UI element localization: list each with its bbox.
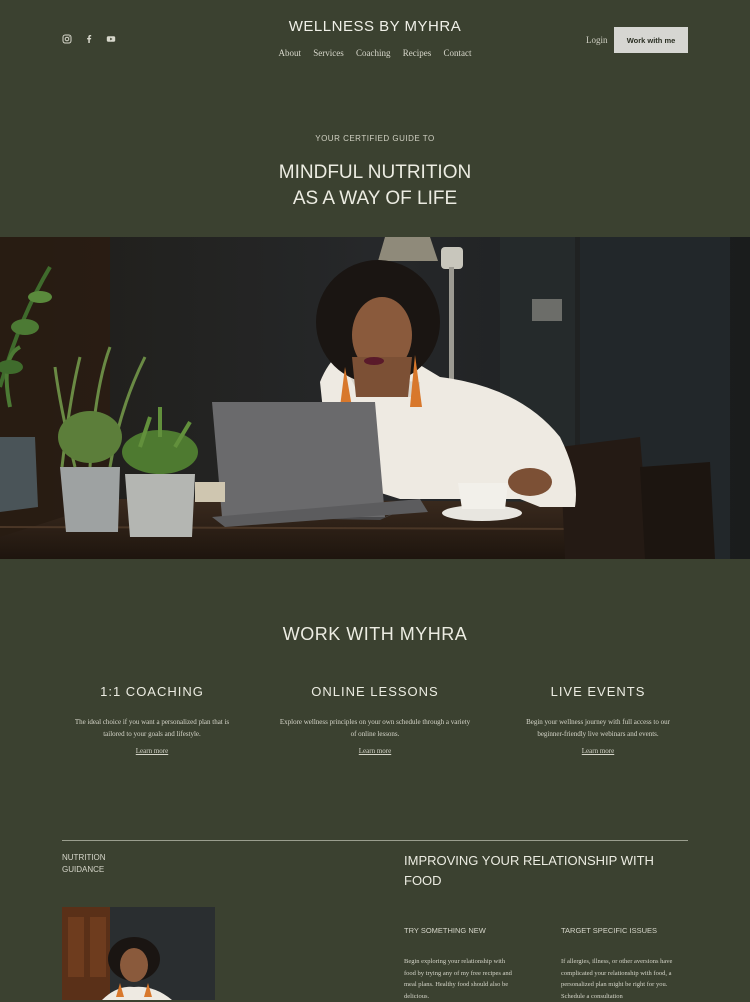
service-desc-line: tailored to your goals and lifestyle.	[103, 730, 201, 738]
nav-contact[interactable]: Contact	[444, 48, 472, 58]
schedule-consultation-link[interactable]: Schedule a consultation	[561, 993, 623, 1000]
nav-recipes[interactable]: Recipes	[403, 48, 432, 58]
work-with-me-button[interactable]: Work with me	[614, 27, 688, 53]
service-desc-line: Explore wellness principles on your own …	[279, 718, 471, 726]
service-live-events: LIVE EVENTS Begin your wellness journey …	[486, 684, 710, 758]
service-desc-line: The ideal choice if you want a personali…	[74, 718, 230, 726]
hero-title: MINDFUL NUTRITION AS A WAY OF LIFE	[0, 160, 750, 212]
try-something-new-column: TRY SOMETHING NEW Begin exploring your r…	[404, 926, 532, 1002]
text-line: personalized plan might be right for you…	[561, 981, 668, 988]
title-line: FOOD	[404, 873, 442, 888]
column-heading: TRY SOMETHING NEW	[404, 926, 486, 935]
text-line: food by trying any of my free recipes an…	[404, 969, 512, 977]
service-description: Begin your wellness journey with full ac…	[486, 716, 710, 740]
work-section-title: WORK WITH MYHRA	[282, 624, 468, 644]
service-desc-line: beginner-friendly live webinars and even…	[537, 730, 659, 738]
column-text: Begin exploring your relationship with f…	[404, 956, 532, 1002]
nav-services[interactable]: Services	[313, 48, 344, 58]
text-line: delicious.	[404, 992, 430, 1000]
hero-title-line1: MINDFUL NUTRITION	[278, 162, 472, 183]
nav-coaching[interactable]: Coaching	[356, 48, 391, 58]
nav-about[interactable]: About	[279, 48, 302, 58]
service-title: ONLINE LESSONS	[311, 684, 439, 699]
instagram-icon[interactable]	[62, 34, 72, 44]
learn-more-link[interactable]: Learn more	[359, 747, 391, 755]
service-online-lessons: ONLINE LESSONS Explore wellness principl…	[263, 684, 487, 758]
text-line: Begin exploring your relationship with	[404, 958, 506, 965]
hero-title-line2: AS A WAY OF LIFE	[292, 188, 458, 209]
youtube-icon[interactable]	[106, 34, 116, 44]
hero-pretitle: YOUR CERTIFIED GUIDE TO	[315, 134, 435, 143]
section-divider	[62, 840, 688, 841]
service-desc-line: of online lessons.	[350, 730, 400, 738]
target-specific-issues-column: TARGET SPECIFIC ISSUES If allergies, ill…	[561, 926, 689, 1002]
service-title: 1:1 COACHING	[100, 684, 204, 699]
service-title: LIVE EVENTS	[550, 684, 646, 699]
nutrition-guidance-label: NUTRITION GUIDANCE	[62, 852, 142, 876]
label-line: GUIDANCE	[62, 865, 105, 874]
learn-more-link[interactable]: Learn more	[582, 747, 614, 755]
label-line: NUTRITION	[62, 853, 106, 862]
hero-photo	[0, 237, 750, 559]
improving-title: IMPROVING YOUR RELATIONSHIP WITH FOOD	[404, 851, 684, 891]
portrait-photo	[62, 907, 215, 1000]
title-line: IMPROVING YOUR RELATIONSHIP WITH	[404, 853, 654, 868]
login-link[interactable]: Login	[586, 35, 608, 45]
text-line: complicated your relationship with food,…	[561, 969, 672, 977]
social-links	[62, 34, 116, 44]
column-heading: TARGET SPECIFIC ISSUES	[561, 926, 657, 935]
service-coaching: 1:1 COACHING The ideal choice if you wan…	[40, 684, 264, 758]
service-desc-line: Begin your wellness journey with full ac…	[526, 718, 670, 726]
column-text: If allergies, illness, or other aversion…	[561, 956, 689, 1002]
service-description: Explore wellness principles on your own …	[263, 716, 487, 740]
site-header: WELLNESS BY MYHRA About Services Coachin…	[0, 0, 750, 80]
learn-more-link[interactable]: Learn more	[136, 747, 168, 755]
service-description: The ideal choice if you want a personali…	[40, 716, 264, 740]
facebook-icon[interactable]	[84, 34, 94, 44]
text-line: meal plans. Healthy food should also be	[404, 981, 509, 988]
text-line: If allergies, illness, or other aversion…	[561, 958, 673, 965]
